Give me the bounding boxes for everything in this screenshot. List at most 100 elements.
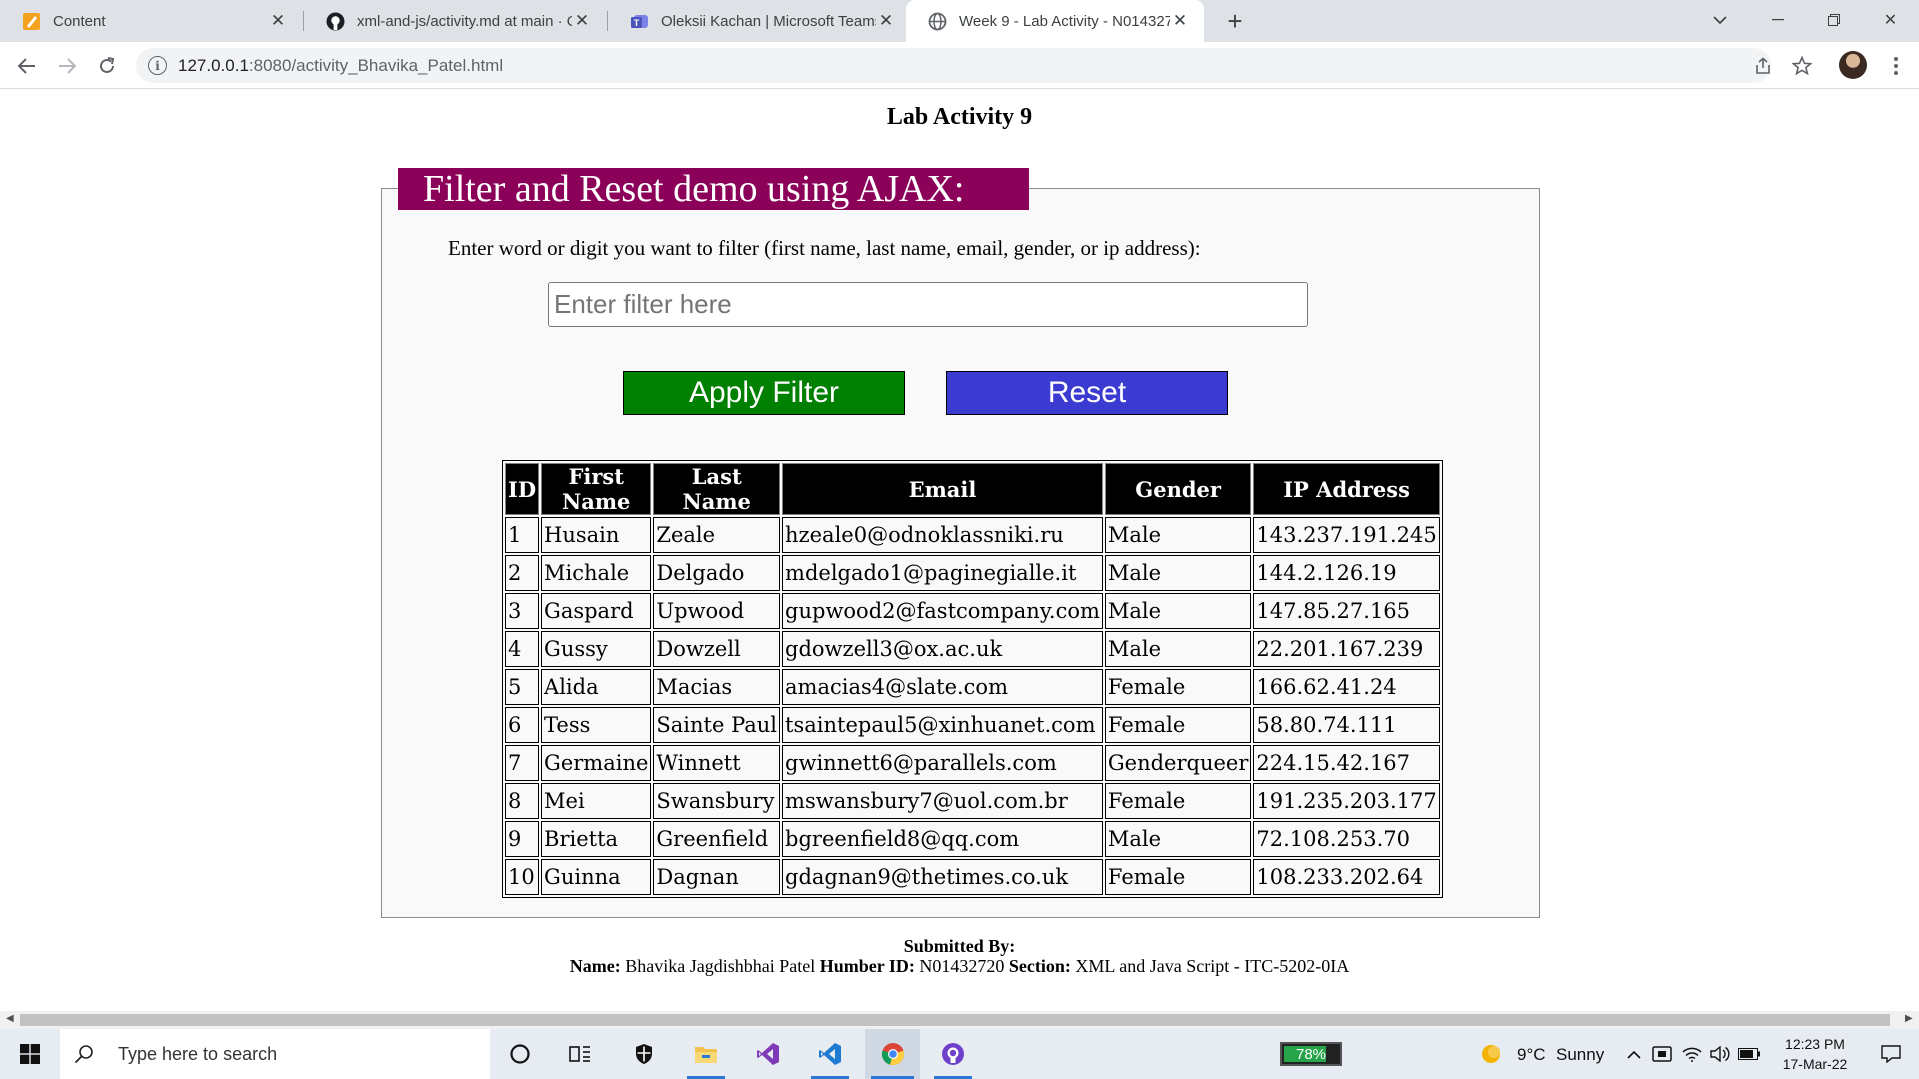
table-row: 1 Husain Zeale hzeale0@odnoklassniki.ru … <box>505 517 1440 553</box>
cell-gender: Female <box>1104 669 1252 705</box>
cell-ip-address: 108.233.202.64 <box>1253 859 1440 895</box>
clock-date: 17-Mar-22 <box>1782 1056 1848 1072</box>
weather-sun-icon[interactable] <box>1478 1029 1504 1079</box>
table-row: 7 Germaine Winnett gwinnett6@parallels.c… <box>505 745 1440 781</box>
browser-toolbar: i 127.0.0.1:8080/activity_Bhavika_Patel.… <box>0 42 1919 89</box>
search-placeholder: Type here to search <box>118 1043 278 1064</box>
task-view-icon[interactable] <box>555 1029 605 1079</box>
cell-email: gwinnett6@parallels.com <box>782 745 1103 781</box>
site-info-icon[interactable]: i <box>148 56 167 75</box>
vs-code-icon[interactable] <box>805 1029 855 1079</box>
name-value: Bhavika Jagdishbhai Patel <box>625 956 816 976</box>
name-label: Name: <box>569 956 621 976</box>
notifications-icon[interactable] <box>1866 1029 1916 1079</box>
column-header-gender: Gender <box>1104 463 1252 515</box>
volume-icon[interactable] <box>1708 1029 1732 1079</box>
tab-search-chevron-icon[interactable] <box>1692 0 1747 40</box>
cell-id: 5 <box>505 669 540 705</box>
cell-email: gdowzell3@ox.ac.uk <box>782 631 1103 667</box>
cell-email: mdelgado1@paginegialle.it <box>782 555 1103 591</box>
humber-id-value: N01432720 <box>919 956 1005 976</box>
forward-arrow-icon[interactable] <box>52 51 82 81</box>
file-explorer-icon[interactable] <box>681 1029 731 1079</box>
cell-ip-address: 58.80.74.111 <box>1253 707 1440 743</box>
cell-ip-address: 144.2.126.19 <box>1253 555 1440 591</box>
table-row: 8 Mei Swansbury mswansbury7@uol.com.br F… <box>505 783 1440 819</box>
scroll-left-arrow-icon[interactable]: ◀ <box>6 1013 14 1024</box>
scrollbar-thumb[interactable] <box>20 1014 1890 1026</box>
minimize-icon[interactable] <box>1750 0 1805 40</box>
fieldset-legend: Filter and Reset demo using AJAX: <box>398 168 1029 210</box>
windows-taskbar: Type here to search 78% 9°C Sunny 12:23 … <box>0 1029 1919 1079</box>
github-desktop-icon[interactable] <box>928 1029 978 1079</box>
taskbar-search-box[interactable]: Type here to search <box>60 1029 490 1079</box>
cell-id: 1 <box>505 517 540 553</box>
cell-last-name: Macias <box>653 669 781 705</box>
cell-email: gupwood2@fastcompany.com <box>782 593 1103 629</box>
tab-strip: Content ✕ xml-and-js/activity.md at main… <box>0 0 1919 42</box>
scroll-right-arrow-icon[interactable]: ▶ <box>1905 1013 1913 1024</box>
address-bar[interactable]: i 127.0.0.1:8080/activity_Bhavika_Patel.… <box>136 48 1771 83</box>
cell-first-name: Michale <box>541 555 652 591</box>
battery-percent: 78% <box>1295 1045 1327 1063</box>
windows-start-icon[interactable] <box>0 1029 60 1079</box>
weather-temperature[interactable]: 9°C <box>1517 1045 1546 1065</box>
clock-time: 12:23 PM <box>1785 1036 1845 1052</box>
cell-email: tsaintepaul5@xinhuanet.com <box>782 707 1103 743</box>
tab-teams[interactable]: T Oleksii Kachan | Microsoft Teams ✕ <box>608 0 910 42</box>
filter-input[interactable] <box>548 282 1308 327</box>
url-path: :8080/activity_Bhavika_Patel.html <box>248 56 504 75</box>
share-icon[interactable] <box>1749 52 1777 80</box>
submitted-by-heading: Submitted By: <box>903 936 1016 956</box>
weather-description[interactable]: Sunny <box>1556 1045 1604 1065</box>
section-label: Section: <box>1008 956 1071 976</box>
reset-button[interactable]: Reset <box>946 371 1228 415</box>
more-menu-icon[interactable] <box>1882 52 1910 80</box>
column-header-first-name: First Name <box>541 463 652 515</box>
cell-first-name: Alida <box>541 669 652 705</box>
chrome-icon[interactable] <box>865 1029 920 1079</box>
column-header-last-name: Last Name <box>653 463 781 515</box>
table-row: 3 Gaspard Upwood gupwood2@fastcompany.co… <box>505 593 1440 629</box>
show-hidden-icons-chevron-icon[interactable] <box>1623 1029 1645 1079</box>
bookmark-star-icon[interactable] <box>1788 52 1816 80</box>
visual-studio-icon[interactable] <box>743 1029 793 1079</box>
cell-ip-address: 166.62.41.24 <box>1253 669 1440 705</box>
apply-filter-button[interactable]: Apply Filter <box>623 371 905 415</box>
horizontal-scrollbar[interactable]: ◀ ▶ <box>0 1011 1919 1029</box>
profile-avatar[interactable] <box>1839 51 1867 79</box>
close-tab-icon[interactable]: ✕ <box>876 11 896 31</box>
github-icon <box>326 12 345 31</box>
close-tab-icon[interactable]: ✕ <box>572 11 592 31</box>
windows-security-icon[interactable] <box>619 1029 669 1079</box>
cell-first-name: Gussy <box>541 631 652 667</box>
battery-monitor-widget[interactable]: 78% <box>1280 1042 1342 1066</box>
new-tab-icon[interactable]: + <box>1220 6 1250 36</box>
table-row: 4 Gussy Dowzell gdowzell3@ox.ac.uk Male … <box>505 631 1440 667</box>
cell-email: mswansbury7@uol.com.br <box>782 783 1103 819</box>
cell-gender: Male <box>1104 517 1252 553</box>
system-clock[interactable]: 12:23 PM 17-Mar-22 <box>1770 1034 1860 1074</box>
close-tab-icon[interactable]: ✕ <box>268 11 288 31</box>
close-window-icon[interactable]: ✕ <box>1863 0 1918 40</box>
reload-icon[interactable] <box>92 51 122 81</box>
cell-first-name: Mei <box>541 783 652 819</box>
cell-gender: Male <box>1104 593 1252 629</box>
table-row: 9 Brietta Greenfield bgreenfield8@qq.com… <box>505 821 1440 857</box>
close-tab-icon[interactable]: ✕ <box>1170 11 1190 31</box>
tab-lab-activity[interactable]: Week 9 - Lab Activity - N01432720 ✕ <box>906 0 1204 42</box>
edit-note-icon <box>22 12 41 31</box>
humber-id-label: Humber ID: <box>819 956 915 976</box>
back-arrow-icon[interactable] <box>12 51 42 81</box>
cortana-icon[interactable] <box>495 1029 545 1079</box>
tab-content[interactable]: Content ✕ <box>0 0 302 42</box>
restore-icon[interactable] <box>1806 0 1861 40</box>
wifi-icon[interactable] <box>1680 1029 1704 1079</box>
cell-gender: Genderqueer <box>1104 745 1252 781</box>
tab-github[interactable]: xml-and-js/activity.md at main · O ✕ <box>304 0 606 42</box>
battery-icon[interactable] <box>1736 1029 1762 1079</box>
cell-gender: Male <box>1104 631 1252 667</box>
table-header-row: ID First Name Last Name Email Gender IP … <box>505 463 1440 515</box>
meet-now-icon[interactable] <box>1650 1029 1674 1079</box>
cell-email: hzeale0@odnoklassniki.ru <box>782 517 1103 553</box>
